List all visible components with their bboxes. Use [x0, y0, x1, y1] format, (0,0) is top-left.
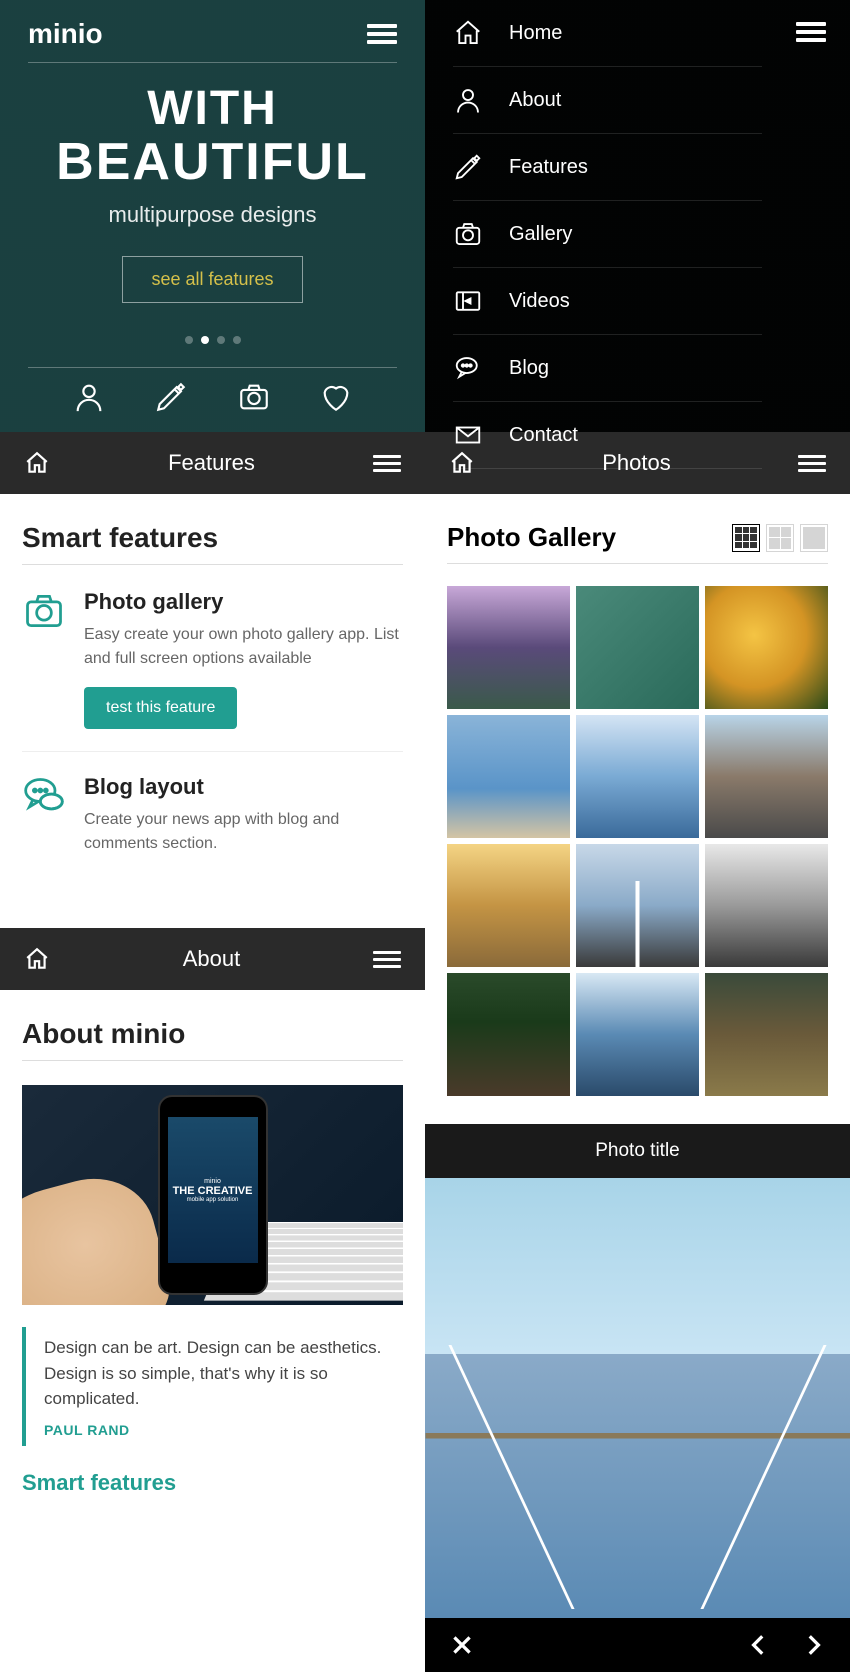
gallery-grid [447, 586, 828, 1096]
home-icon [453, 18, 483, 48]
nav-menu: Home About Features Gallery Videos Blog … [425, 0, 790, 469]
feature-desc: Easy create your own photo gallery app. … [84, 623, 403, 671]
pencil-ruler-icon[interactable] [154, 380, 188, 414]
gallery-thumb[interactable] [576, 844, 699, 967]
feature-item: Photo gallery Easy create your own photo… [22, 589, 403, 752]
camera-icon [453, 219, 483, 249]
gallery-section: Photo Gallery [425, 494, 850, 1124]
hero-title-2: BEAUTIFUL [28, 136, 397, 188]
nav-videos[interactable]: Videos [453, 268, 762, 335]
menu-icon[interactable] [798, 451, 826, 476]
about-quote: Design can be art. Design can be aesthet… [22, 1327, 403, 1446]
quote-author: PAUL RAND [44, 1422, 403, 1438]
about-section: About minio minioTHE CREATIVEmobile app … [0, 990, 425, 1524]
quote-text: Design can be art. Design can be aesthet… [44, 1335, 403, 1412]
features-heading: Smart features [22, 522, 403, 565]
test-feature-button[interactable]: test this feature [84, 687, 237, 729]
home-icon[interactable] [24, 450, 50, 476]
menu-icon[interactable] [373, 451, 401, 476]
gallery-thumb[interactable] [576, 586, 699, 709]
camera-icon [22, 589, 66, 633]
about-heading: About minio [22, 1018, 403, 1061]
nav-home[interactable]: Home [453, 0, 762, 67]
grid-3-button[interactable] [732, 524, 760, 552]
gallery-thumb[interactable] [576, 973, 699, 1096]
heart-icon[interactable] [319, 380, 353, 414]
gallery-thumb[interactable] [705, 973, 828, 1096]
person-icon[interactable] [72, 380, 106, 414]
chat-icon [453, 353, 483, 383]
photo-image[interactable] [425, 1178, 850, 1618]
hero-menu-panel: Home About Features Gallery Videos Blog … [425, 0, 850, 432]
nav-contact[interactable]: Contact [453, 402, 762, 469]
gallery-thumb[interactable] [447, 844, 570, 967]
gallery-thumb[interactable] [447, 715, 570, 838]
brand-logo[interactable]: minio [28, 18, 103, 50]
hero-panel: minio WITH BEAUTIFUL multipurpose design… [0, 0, 425, 432]
gallery-thumb[interactable] [705, 586, 828, 709]
camera-icon[interactable] [237, 380, 271, 414]
nav-blog[interactable]: Blog [453, 335, 762, 402]
subheader-features: Features [0, 432, 425, 494]
menu-icon[interactable] [373, 947, 401, 972]
video-icon [453, 286, 483, 316]
pencil-ruler-icon [453, 152, 483, 182]
see-features-button[interactable]: see all features [122, 256, 302, 303]
subheader-title: About [50, 946, 373, 972]
gallery-heading: Photo Gallery [447, 522, 616, 553]
next-icon[interactable] [800, 1632, 826, 1658]
feature-item: Blog layout Create your news app with bl… [22, 774, 403, 878]
gallery-thumb[interactable] [576, 715, 699, 838]
photo-viewer: Photo title [425, 1124, 850, 1672]
feature-desc: Create your news app with blog and comme… [84, 808, 403, 856]
gallery-thumb[interactable] [705, 844, 828, 967]
home-icon[interactable] [24, 946, 50, 972]
person-icon [453, 85, 483, 115]
hero-title-1: WITH [28, 81, 397, 136]
hero-subtitle: multipurpose designs [28, 202, 397, 228]
close-icon[interactable] [449, 1632, 475, 1658]
nav-about[interactable]: About [453, 67, 762, 134]
menu-toggle[interactable] [796, 18, 826, 46]
about-image: minioTHE CREATIVEmobile app solution [22, 1085, 403, 1305]
menu-toggle[interactable] [367, 20, 397, 48]
nav-features[interactable]: Features [453, 134, 762, 201]
subheader-about: About [0, 928, 425, 990]
chat-icon [22, 774, 66, 818]
prev-icon[interactable] [746, 1632, 772, 1658]
grid-2-button[interactable] [766, 524, 794, 552]
smart-features-link[interactable]: Smart features [22, 1470, 403, 1496]
feature-title: Blog layout [84, 774, 403, 800]
feature-title: Photo gallery [84, 589, 403, 615]
grid-1-button[interactable] [800, 524, 828, 552]
gallery-thumb[interactable] [447, 586, 570, 709]
subheader-title: Features [50, 450, 373, 476]
gallery-thumb[interactable] [705, 715, 828, 838]
photo-title: Photo title [425, 1124, 850, 1178]
features-section: Smart features Photo gallery Easy create… [0, 494, 425, 928]
carousel-dots[interactable] [28, 331, 397, 349]
gallery-thumb[interactable] [447, 973, 570, 1096]
nav-gallery[interactable]: Gallery [453, 201, 762, 268]
mail-icon [453, 420, 483, 450]
